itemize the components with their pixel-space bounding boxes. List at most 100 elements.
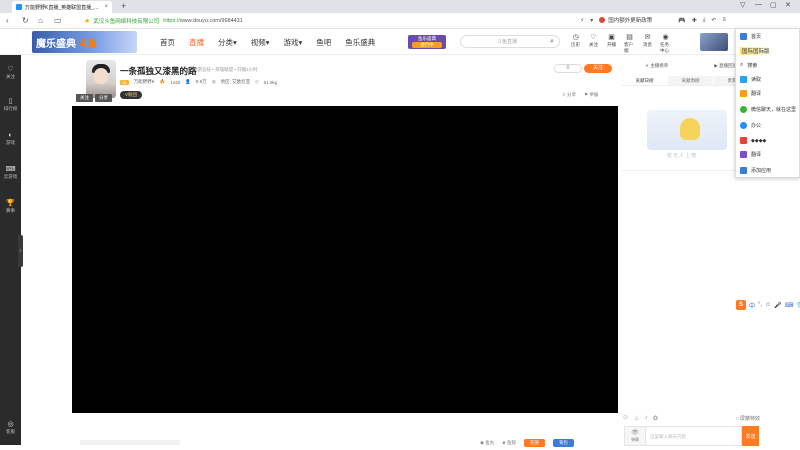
sidebar-collapse-handle[interactable]: › bbox=[18, 235, 23, 267]
fishfin-item[interactable]: ◈ 鱼翅 bbox=[502, 440, 516, 446]
fan-icon[interactable]: ✿ bbox=[653, 414, 658, 422]
ime-mic-icon[interactable]: 🎤 bbox=[774, 302, 781, 309]
tab-daily-rank[interactable]: 贡献日榜 bbox=[622, 76, 668, 85]
site-search-box[interactable]: 斗鱼直播 ⌕ bbox=[460, 35, 560, 48]
avatar-share-button[interactable]: 分享 bbox=[95, 94, 112, 102]
nav-live[interactable]: 直播 bbox=[189, 37, 204, 48]
anchor-avatar[interactable] bbox=[86, 60, 116, 98]
home-icon[interactable]: ⌂ bbox=[38, 16, 43, 25]
ime-keyboard-icon[interactable]: ⌨ bbox=[785, 302, 794, 309]
block-effects-toggle[interactable]: ○ 屏蔽特效 bbox=[736, 415, 760, 422]
tabs-icon[interactable]: ▭ bbox=[54, 16, 62, 25]
fish-icon: ◇ bbox=[255, 79, 259, 84]
nav-games[interactable]: 游戏▾ bbox=[284, 37, 303, 48]
sidebar-item-follow[interactable]: ♡ 关注 bbox=[0, 65, 21, 80]
sidebar-item-rank[interactable]: ▯ 排行榜 bbox=[0, 97, 21, 112]
address-bar[interactable]: ★ 武汉斗鱼网络科技有限公司 https:// www.douyu.com /9… bbox=[84, 15, 574, 26]
close-window-button[interactable]: ✕ bbox=[785, 1, 791, 9]
hot-word-icon[interactable]: ♨ bbox=[634, 414, 640, 422]
office-icon bbox=[740, 122, 747, 129]
browser-search-box[interactable]: 国内额外更新政策 bbox=[599, 16, 652, 24]
anchor-rank-tab[interactable]: ♕ 主播榜单 bbox=[645, 63, 668, 69]
maximize-button[interactable]: ▢ bbox=[770, 1, 777, 9]
gamepad-icon[interactable]: 🎮 bbox=[678, 17, 685, 24]
popup-item-read[interactable]: 读取 bbox=[740, 76, 761, 83]
mail-icon: ✉ bbox=[644, 34, 651, 41]
popup-home-item[interactable]: 首页 bbox=[740, 33, 761, 40]
popup-item-translate[interactable]: 翻译 bbox=[740, 90, 761, 97]
nav-yuba[interactable]: 鱼吧 bbox=[316, 37, 331, 48]
fan-club-badge[interactable]: V粉团 bbox=[120, 91, 143, 99]
browser-tab[interactable]: 万能野野K直播_英雄联盟直播_斗鱼 × bbox=[12, 1, 112, 13]
tab-weekly-rank[interactable]: 贡献周榜 bbox=[668, 76, 714, 85]
back-icon[interactable]: ‹ bbox=[6, 16, 9, 25]
share-button[interactable]: ⇪ 分享 bbox=[562, 92, 576, 98]
mascot-icon bbox=[680, 118, 700, 140]
menu-icon[interactable]: ≡ bbox=[722, 17, 726, 23]
recharge-button[interactable]: 充值 bbox=[523, 439, 545, 447]
sound-icon[interactable]: ♪ bbox=[644, 414, 647, 422]
start-live-button[interactable]: ▣ 开播 bbox=[606, 33, 617, 54]
nav-category[interactable]: 分类▾ bbox=[218, 37, 237, 48]
region-text: 地区: 艾欧尼亚 bbox=[220, 79, 251, 84]
site-logo[interactable]: 魔乐盛典 斗鱼 bbox=[32, 31, 137, 53]
popup-item-translate2[interactable]: 翻译 bbox=[740, 151, 761, 158]
popup-item-add-app[interactable]: 添加应用 bbox=[740, 167, 771, 174]
send-button[interactable]: 发送 bbox=[742, 426, 759, 446]
extension-icon[interactable]: ✚ bbox=[692, 17, 697, 24]
nav-festival[interactable]: 鱼乐盛典 bbox=[345, 37, 375, 48]
sidebar-item-service[interactable]: ◎ 客服 bbox=[0, 420, 21, 435]
ime-skin-icon[interactable]: 👕 bbox=[796, 302, 800, 309]
minimize-button[interactable]: — bbox=[755, 1, 762, 8]
dropdown-icon[interactable]: ▾ bbox=[590, 17, 593, 24]
browser-apps-popup: 首页 国际国际版 ⌕ 搜索 读取 翻译 微信聊天，就在这里 办公 ◆◆◆◆ 翻译 … bbox=[735, 28, 800, 178]
report-button[interactable]: ⚑ 举报 bbox=[584, 92, 598, 98]
sidebar-item-cloud-games[interactable]: ⌨ 云游戏 bbox=[0, 165, 21, 180]
ime-toolbar: S 中 °, ☺ 🎤 ⌨ 👕 ▦ bbox=[736, 300, 800, 310]
refresh-icon[interactable]: ↻ bbox=[22, 16, 29, 25]
site-nav: 首页 直播 分类▾ 视频▾ 游戏▾ 鱼吧 鱼乐盛典 bbox=[160, 37, 375, 48]
ime-mode-cn[interactable]: 中 bbox=[749, 301, 755, 310]
follow-button[interactable]: 关注 bbox=[584, 64, 612, 73]
promo-badge[interactable]: 鱼乐盛典 进行中 bbox=[408, 35, 446, 49]
client-button[interactable]: ▤ 客户端 bbox=[624, 33, 635, 54]
new-tab-button[interactable]: + bbox=[121, 1, 126, 11]
popup-item-search[interactable]: ⌕ 搜索 bbox=[740, 62, 757, 69]
site-header: 魔乐盛典 斗鱼 首页 直播 分类▾ 视频▾ 游戏▾ 鱼吧 鱼乐盛典 鱼乐盛典 进… bbox=[0, 29, 735, 55]
tab-close-icon[interactable]: × bbox=[104, 4, 108, 10]
room-title: 一条孤独又漆黑的路 bbox=[120, 66, 197, 76]
sidebar-item-events[interactable]: 🏆 赛事 bbox=[0, 199, 21, 214]
avatar-follow-button[interactable]: 关注 bbox=[76, 94, 93, 102]
person-icon: 👤 bbox=[185, 79, 191, 84]
nav-video[interactable]: 视频▾ bbox=[251, 37, 270, 48]
anchor-name[interactable]: 万能野野K bbox=[134, 79, 155, 85]
follow-list-button[interactable]: ♡ 关注 bbox=[588, 33, 599, 54]
ime-logo-icon[interactable]: S bbox=[736, 300, 746, 310]
ime-punct-icon[interactable]: °, bbox=[758, 302, 762, 308]
undo-icon[interactable]: ↶ bbox=[711, 17, 716, 24]
fishball-item[interactable]: ◉ 鱼丸 bbox=[480, 440, 494, 446]
flash-icon[interactable]: ⚡ bbox=[580, 17, 584, 24]
search-icon[interactable]: ⌕ bbox=[550, 38, 554, 46]
popup-item-shop[interactable]: ◆◆◆◆ bbox=[740, 137, 766, 144]
ime-emoji-icon[interactable]: ☺ bbox=[765, 302, 771, 308]
history-button[interactable]: ◷ 历史 bbox=[570, 33, 581, 54]
nav-home[interactable]: 首页 bbox=[160, 37, 175, 48]
sidebar-item-games[interactable]: ◐ 游戏 bbox=[0, 131, 21, 146]
video-player[interactable] bbox=[72, 106, 618, 413]
follow-count-button[interactable]: 0 bbox=[554, 64, 582, 73]
user-avatar[interactable] bbox=[700, 33, 728, 51]
task-center-button[interactable]: ◉ 任务中心 bbox=[660, 33, 671, 54]
backpack-button[interactable]: 背包 bbox=[552, 439, 574, 447]
danmaku-toggle[interactable]: 👁 弹幕 bbox=[624, 426, 646, 446]
live-replay-tab[interactable]: ▶ 直播回放 bbox=[714, 63, 737, 69]
bookmark-star-icon[interactable]: ★ bbox=[84, 17, 90, 25]
window-menu-button[interactable]: ▽ bbox=[740, 1, 745, 9]
emoji-icon[interactable]: ☺ bbox=[622, 414, 629, 422]
popup-item-office[interactable]: 办公 bbox=[740, 122, 761, 129]
room-tags[interactable]: 网游竞技 • 英雄联盟 • 开播1小时 bbox=[193, 67, 258, 73]
popup-item-wechat[interactable]: 微信聊天，就在这里 bbox=[740, 106, 796, 113]
messages-button[interactable]: ✉ 消息 bbox=[642, 33, 653, 54]
download-icon[interactable]: ⤓ bbox=[703, 17, 706, 24]
chat-input[interactable] bbox=[646, 426, 742, 446]
